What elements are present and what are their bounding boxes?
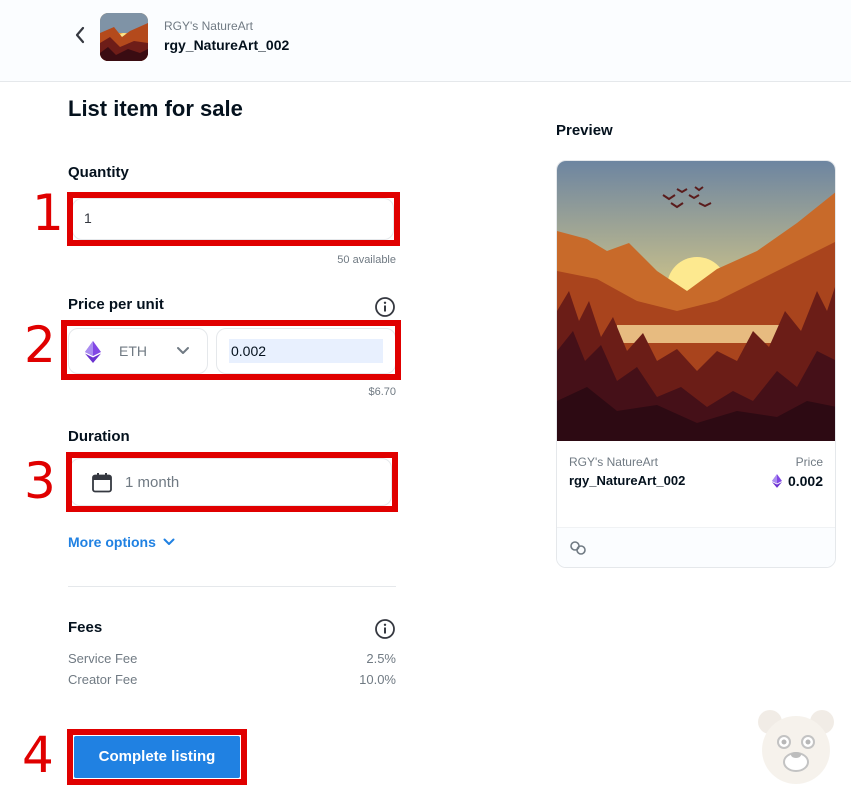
bear-mascot-icon (754, 706, 838, 791)
chevron-down-icon (163, 538, 175, 545)
fee-value: 2.5% (366, 651, 396, 666)
fee-name: Service Fee (68, 651, 138, 666)
info-icon[interactable] (374, 618, 396, 645)
card-item-name: rgy_NatureArt_002 (569, 473, 686, 488)
divider (68, 586, 396, 587)
annotation-box (66, 452, 398, 512)
price-label: Price per unit (68, 296, 164, 313)
back-arrow-icon[interactable] (72, 24, 90, 46)
ethereum-icon (771, 474, 782, 488)
fee-row: Service Fee 2.5% (68, 651, 396, 666)
fees-label: Fees (68, 619, 103, 636)
item-name: rgy_NatureArt_002 (164, 37, 290, 53)
preview-title: Preview (556, 122, 613, 139)
duration-label: Duration (68, 428, 130, 445)
annotation-number: 1 (32, 184, 64, 242)
fee-row: Creator Fee 10.0% (68, 672, 396, 687)
info-icon[interactable] (374, 296, 396, 323)
more-options-toggle[interactable]: More options (68, 534, 176, 550)
card-collection-name: RGY's NatureArt (569, 455, 658, 469)
card-price-label: Price (795, 455, 823, 469)
preview-card[interactable]: RGY's NatureArt rgy_NatureArt_002 Price … (556, 160, 836, 568)
polygon-chain-icon (569, 540, 587, 561)
annotation-box (67, 192, 400, 246)
fee-value: 10.0% (359, 672, 396, 687)
annotation-box (61, 320, 401, 380)
annotation-number: 4 (22, 726, 54, 784)
available-count: 50 available (337, 254, 396, 266)
card-price: 0.002 (771, 473, 823, 489)
quantity-label: Quantity (68, 164, 129, 181)
annotation-box (67, 729, 247, 785)
annotation-number: 2 (24, 316, 56, 374)
collection-name[interactable]: RGY's NatureArt (164, 19, 253, 33)
fee-name: Creator Fee (68, 672, 138, 687)
more-options-label: More options (68, 534, 156, 550)
card-footer (557, 527, 835, 567)
price-usd: $6.70 (368, 386, 396, 398)
nft-image (557, 161, 835, 441)
annotation-number: 3 (24, 452, 56, 510)
page-title: List item for sale (68, 96, 243, 121)
card-price-value: 0.002 (787, 473, 823, 489)
item-thumbnail (100, 13, 148, 61)
top-bar: RGY's NatureArt rgy_NatureArt_002 (0, 0, 851, 82)
